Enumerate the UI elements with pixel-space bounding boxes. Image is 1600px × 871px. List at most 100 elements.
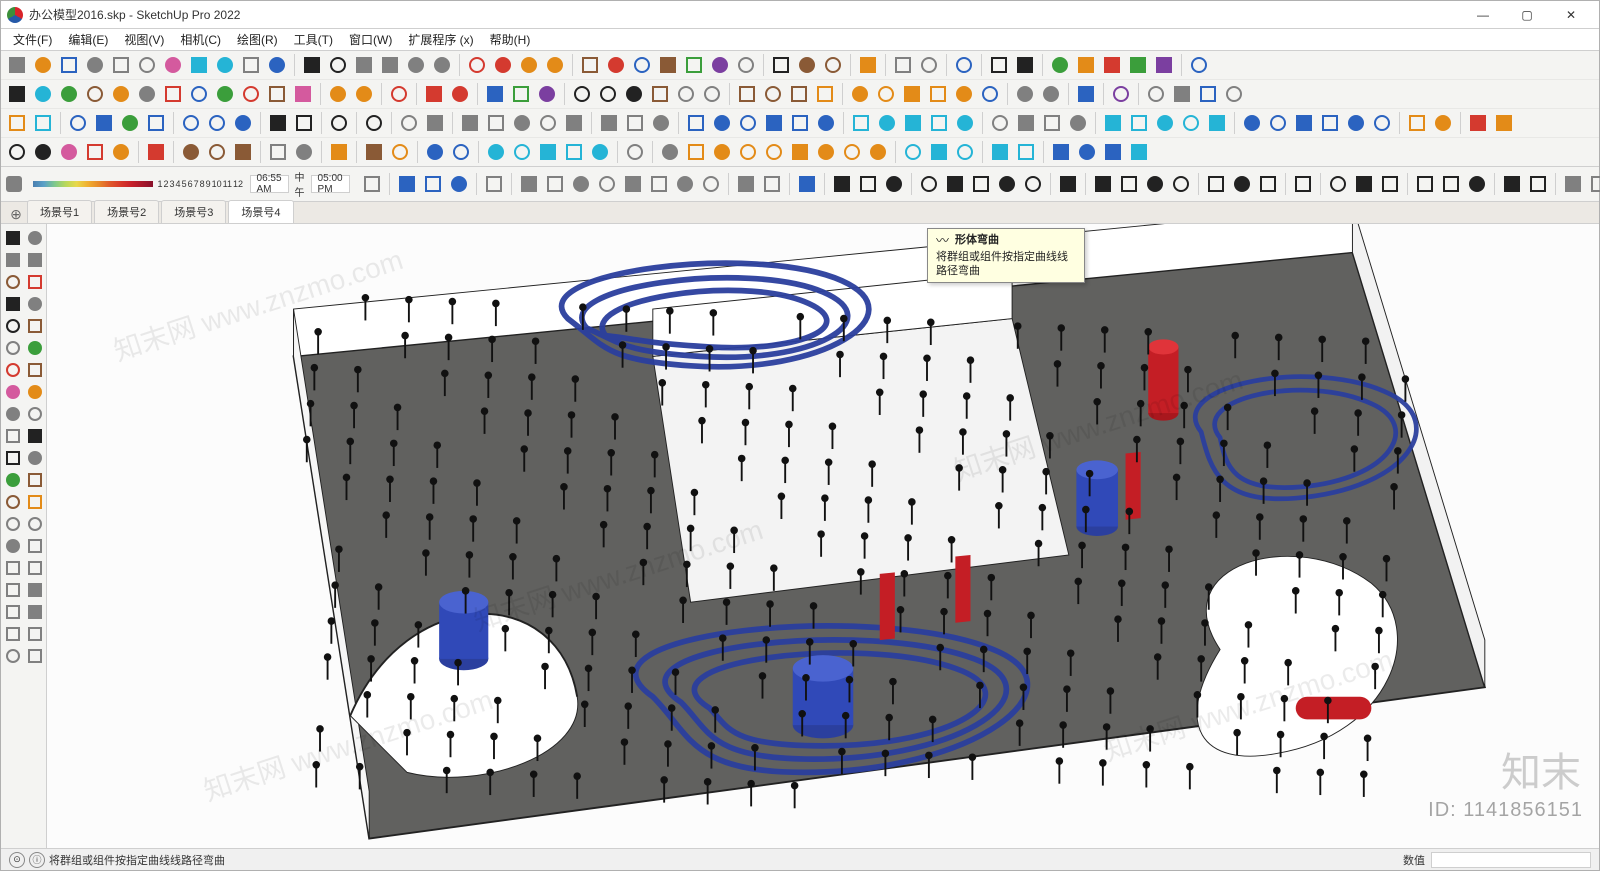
menu-e[interactable]: 编辑(E): [60, 29, 116, 50]
cloud5-button[interactable]: [1205, 111, 1229, 135]
cube2-button[interactable]: [421, 172, 445, 196]
dark2-button[interactable]: [92, 111, 116, 135]
purple-d-button[interactable]: [1109, 82, 1133, 106]
menu-t[interactable]: 工具(T): [286, 29, 341, 50]
offset-button[interactable]: [3, 360, 23, 380]
angle-button[interactable]: [762, 140, 786, 164]
cb6-button[interactable]: [1370, 111, 1394, 135]
sun2-button[interactable]: [710, 140, 734, 164]
red-group-button[interactable]: [387, 82, 411, 106]
cb1-button[interactable]: [1240, 111, 1264, 135]
walk-button[interactable]: [25, 470, 45, 490]
section-button[interactable]: [25, 492, 45, 512]
right-button[interactable]: [25, 580, 45, 600]
cursor-button[interactable]: [649, 111, 673, 135]
dome-button[interactable]: [840, 140, 864, 164]
menu-c[interactable]: 相机(C): [172, 29, 229, 50]
pan-button[interactable]: [648, 82, 672, 106]
layers1-button[interactable]: [901, 140, 925, 164]
vp1-button[interactable]: [397, 111, 421, 135]
tray-button[interactable]: [658, 140, 682, 164]
window-minimize-button[interactable]: —: [1461, 1, 1505, 29]
line-button[interactable]: [3, 294, 23, 314]
zoom-ext-button[interactable]: [596, 82, 620, 106]
m7-button[interactable]: [673, 172, 697, 196]
dark3-button[interactable]: [144, 111, 168, 135]
curve-c-button[interactable]: [969, 172, 993, 196]
box-bl-button[interactable]: [1049, 140, 1073, 164]
look-button[interactable]: [3, 492, 23, 512]
dot-button[interactable]: [1256, 172, 1280, 196]
cloud-up-button[interactable]: [205, 111, 229, 135]
mat6-button[interactable]: [708, 53, 732, 77]
xx-button[interactable]: [1056, 172, 1080, 196]
front-button[interactable]: [3, 580, 23, 600]
cam-button[interactable]: [1144, 82, 1168, 106]
teapot-button[interactable]: [849, 111, 873, 135]
sandbox2-button[interactable]: [821, 53, 845, 77]
op-gear-button[interactable]: [1222, 82, 1246, 106]
menu-r[interactable]: 绘图(R): [229, 29, 286, 50]
tape-button[interactable]: [135, 82, 159, 106]
m5-button[interactable]: [621, 172, 645, 196]
star-button[interactable]: [1230, 172, 1254, 196]
blue-box-button[interactable]: [1074, 82, 1098, 106]
sandbox1-button[interactable]: [795, 53, 819, 77]
shade-button[interactable]: [360, 172, 384, 196]
section-button[interactable]: [813, 82, 837, 106]
next-button[interactable]: [25, 514, 45, 534]
menu-x[interactable]: 扩展程序 (x): [400, 29, 481, 50]
vr3-button[interactable]: [736, 111, 760, 135]
reload-button[interactable]: [31, 111, 55, 135]
move-button[interactable]: [161, 82, 185, 106]
redo-button[interactable]: [213, 53, 237, 77]
rect-button[interactable]: [352, 53, 376, 77]
scale-button[interactable]: [25, 338, 45, 358]
m4-button[interactable]: [595, 172, 619, 196]
proj-button[interactable]: [482, 172, 506, 196]
textbox-button[interactable]: [292, 140, 316, 164]
cb5-button[interactable]: [1344, 111, 1368, 135]
tree-button[interactable]: [118, 111, 142, 135]
vr5-button[interactable]: [788, 111, 812, 135]
model-info-button[interactable]: [265, 53, 289, 77]
curve-d-button[interactable]: [995, 172, 1019, 196]
tx-a-button[interactable]: [1561, 172, 1585, 196]
rot-button[interactable]: [3, 338, 23, 358]
arc-button[interactable]: [430, 53, 454, 77]
s3-button[interactable]: [231, 140, 255, 164]
btn-a-button[interactable]: [483, 82, 507, 106]
component-button[interactable]: [891, 53, 915, 77]
tilde2-button[interactable]: [1465, 172, 1489, 196]
globe2-button[interactable]: [1014, 140, 1038, 164]
time-start-field[interactable]: 06:55 AM: [250, 175, 289, 193]
offset-button[interactable]: [239, 82, 263, 106]
text-button[interactable]: [3, 426, 23, 446]
select-button[interactable]: [5, 82, 29, 106]
scale-button[interactable]: [213, 82, 237, 106]
erase-button[interactable]: [3, 382, 23, 402]
bulb-button[interactable]: [3, 602, 23, 622]
line-button[interactable]: [300, 53, 324, 77]
rect-button[interactable]: [3, 250, 23, 270]
water-button[interactable]: [3, 646, 23, 666]
menu-f[interactable]: 文件(F): [5, 29, 60, 50]
sel-red-button[interactable]: [491, 53, 515, 77]
layout3-button[interactable]: [1040, 111, 1064, 135]
curve-b-button[interactable]: [943, 172, 967, 196]
mirror-button[interactable]: [952, 53, 976, 77]
water4-button[interactable]: [562, 140, 586, 164]
mat5-button[interactable]: [682, 53, 706, 77]
m1-button[interactable]: [517, 172, 541, 196]
vray-button[interactable]: [1100, 53, 1124, 77]
clock-button[interactable]: [866, 140, 890, 164]
env2-button[interactable]: [292, 111, 316, 135]
timer-button[interactable]: [1196, 82, 1220, 106]
top-button[interactable]: [25, 558, 45, 578]
geo3-button[interactable]: [510, 111, 534, 135]
cup4-button[interactable]: [953, 111, 977, 135]
dl-red-button[interactable]: [1466, 111, 1490, 135]
hand-button[interactable]: [388, 140, 412, 164]
sunset-button[interactable]: [814, 140, 838, 164]
prev-button[interactable]: [3, 514, 23, 534]
